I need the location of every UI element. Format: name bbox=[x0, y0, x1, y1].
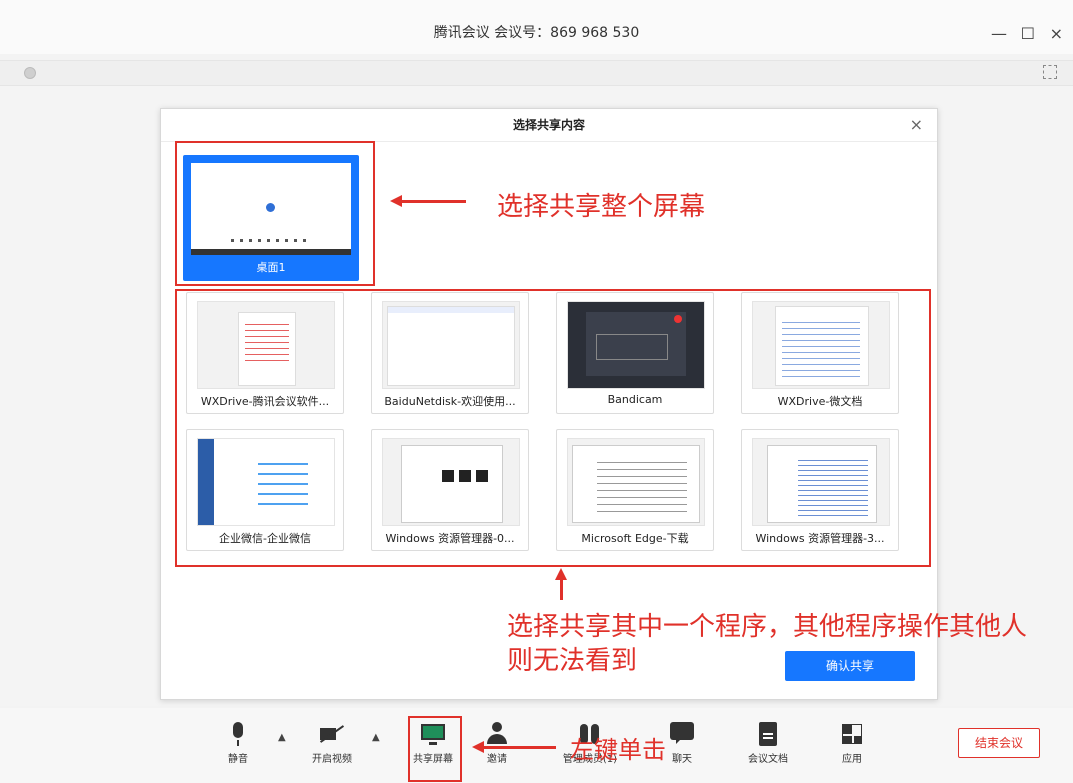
maximize-icon[interactable]: ☐ bbox=[1021, 26, 1035, 42]
caret-up-icon[interactable]: ▲ bbox=[372, 732, 380, 743]
app-label: Microsoft Edge-下载 bbox=[581, 532, 689, 545]
app-share-option-6[interactable]: Windows 资源管理器-0... bbox=[371, 429, 529, 551]
microphone-icon bbox=[226, 722, 250, 746]
annotation-arrow-icon bbox=[472, 741, 556, 753]
chat-icon bbox=[670, 722, 694, 746]
annotation-left-click: 左键单击 bbox=[570, 736, 666, 764]
app-label: Windows 资源管理器-0... bbox=[385, 532, 515, 545]
app-share-option-1[interactable]: WXDrive-腾讯会议软件... bbox=[186, 292, 344, 414]
dialog-close-icon[interactable]: × bbox=[910, 115, 923, 134]
desktop-thumbnail bbox=[191, 163, 351, 255]
minimize-icon[interactable]: — bbox=[991, 26, 1007, 42]
app-label: WXDrive-微文档 bbox=[777, 395, 863, 408]
app-share-option-7[interactable]: Microsoft Edge-下载 bbox=[556, 429, 714, 551]
annotation-select-program: 选择共享其中一个程序，其他程序操作其他人 则无法看到 bbox=[507, 610, 1027, 678]
app-thumbnail bbox=[197, 301, 335, 389]
app-label: Bandicam bbox=[607, 393, 663, 406]
app-label: Windows 资源管理器-3... bbox=[755, 532, 885, 545]
app-thumbnail bbox=[752, 301, 890, 389]
app-thumbnail bbox=[752, 438, 890, 526]
invite-icon bbox=[485, 722, 509, 746]
meeting-subbar bbox=[0, 60, 1073, 86]
logo-icon bbox=[266, 203, 275, 212]
app-thumbnail bbox=[567, 438, 705, 526]
app-label: WXDrive-腾讯会议软件... bbox=[200, 395, 330, 408]
annotation-arrow-icon bbox=[390, 195, 466, 207]
fullscreen-icon[interactable] bbox=[1043, 65, 1057, 79]
video-button[interactable]: 开启视频 bbox=[302, 722, 362, 765]
app-share-option-8[interactable]: Windows 资源管理器-3... bbox=[741, 429, 899, 551]
document-icon bbox=[756, 722, 780, 746]
annotation-line-2: 则无法看到 bbox=[507, 646, 638, 676]
share-screen-button[interactable]: 共享屏幕 bbox=[403, 722, 463, 765]
apps-button[interactable]: 应用 bbox=[822, 722, 882, 765]
desktop-label: 桌面1 bbox=[256, 261, 286, 274]
app-thumbnail bbox=[382, 301, 520, 389]
meeting-docs-button[interactable]: 会议文档 bbox=[738, 722, 798, 765]
dialog-title: 选择共享内容 bbox=[161, 109, 937, 142]
confirm-share-button[interactable]: 确认共享 bbox=[785, 651, 915, 681]
camera-off-icon bbox=[320, 722, 344, 746]
share-screen-icon bbox=[421, 722, 445, 746]
info-icon[interactable] bbox=[24, 67, 36, 79]
annotation-select-screen: 选择共享整个屏幕 bbox=[497, 192, 706, 222]
desktop-share-option[interactable]: 桌面1 bbox=[183, 155, 359, 281]
title-bar: 腾讯会议 会议号：869 968 530 bbox=[0, 0, 1073, 54]
end-meeting-button[interactable]: 结束会议 bbox=[958, 728, 1040, 758]
app-share-option-3[interactable]: Bandicam bbox=[556, 292, 714, 414]
app-label: BaiduNetdisk-欢迎使用... bbox=[384, 395, 516, 408]
mute-button[interactable]: 静音 bbox=[208, 722, 268, 765]
window-title: 腾讯会议 会议号：869 968 530 bbox=[433, 25, 640, 41]
app-share-option-5[interactable]: 企业微信-企业微信 bbox=[186, 429, 344, 551]
app-share-option-4[interactable]: WXDrive-微文档 bbox=[741, 292, 899, 414]
app-thumbnail bbox=[567, 301, 705, 389]
close-window-icon[interactable]: × bbox=[1050, 26, 1063, 42]
annotation-line-1: 选择共享其中一个程序，其他程序操作其他人 bbox=[507, 612, 1028, 642]
app-share-option-2[interactable]: BaiduNetdisk-欢迎使用... bbox=[371, 292, 529, 414]
taskbar bbox=[191, 249, 351, 255]
apps-icon bbox=[840, 722, 864, 746]
app-label: 企业微信-企业微信 bbox=[219, 532, 311, 545]
app-thumbnail bbox=[382, 438, 520, 526]
annotation-arrow-up-icon bbox=[555, 568, 567, 600]
caret-up-icon[interactable]: ▲ bbox=[278, 732, 286, 743]
app-thumbnail bbox=[197, 438, 335, 526]
